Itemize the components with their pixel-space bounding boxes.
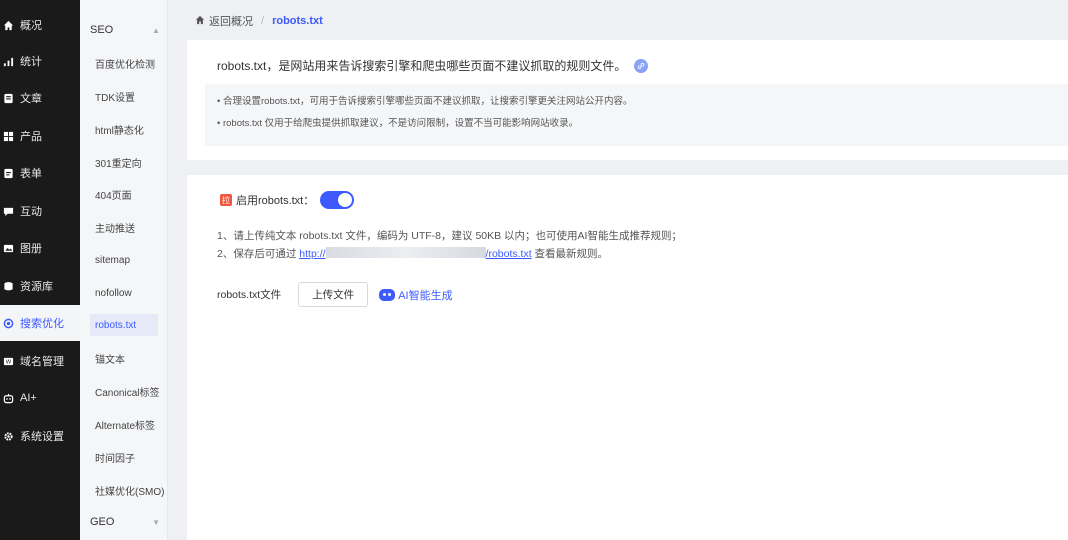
submenu-item[interactable]: nofollow bbox=[90, 282, 160, 304]
submenu-group-label: SEO bbox=[90, 24, 114, 36]
url-start: http:// bbox=[299, 248, 326, 260]
nav-item-overview[interactable]: 概况 bbox=[0, 7, 80, 43]
chevron-up-icon: ▲ bbox=[152, 25, 160, 35]
seo-submenu: SEO ▲ 百度优化检测 TDK设置 html静态化 301重定向 404页面 … bbox=[80, 0, 168, 540]
nav-item-resources[interactable]: 资源库 bbox=[0, 268, 80, 304]
nav-label: 统计 bbox=[20, 56, 42, 68]
submenu-item[interactable]: sitemap bbox=[90, 249, 160, 271]
toggle-knob bbox=[338, 193, 353, 207]
link-icon[interactable] bbox=[634, 58, 649, 73]
main-sidebar: 概况 统计 文章 产品 表单 互动 图册 资源库 搜索优化 W 域名管理 AI+ bbox=[0, 0, 80, 540]
home-icon bbox=[195, 15, 205, 28]
tips-box: • 合理设置robots.txt，可用于告诉搜索引擎哪些页面不建议抓取，让搜索引… bbox=[205, 84, 1068, 146]
submenu-item[interactable]: TDK设置 bbox=[90, 85, 160, 107]
note-line-2: 2、保存后可通过 http:// /robots.txt 查看最新规则。 bbox=[217, 245, 682, 263]
nav-label: 资源库 bbox=[20, 281, 53, 293]
svg-text:W: W bbox=[5, 359, 11, 365]
plugin-badge-icon: 拉 bbox=[220, 194, 232, 206]
article-icon bbox=[2, 92, 14, 104]
note-prefix: 2、保存后可通过 bbox=[217, 248, 300, 260]
gear-icon bbox=[2, 430, 14, 442]
submenu-item[interactable]: 社媒优化(SMO) bbox=[90, 479, 164, 501]
breadcrumb: 返回概况 / robots.txt bbox=[195, 13, 323, 29]
submenu-item[interactable]: 404页面 bbox=[90, 183, 160, 205]
submenu-group-geo[interactable]: GEO ▼ bbox=[90, 510, 160, 534]
nav-label: 文章 bbox=[20, 93, 42, 105]
ai-icon bbox=[2, 392, 14, 404]
nav-label: 表单 bbox=[20, 168, 42, 180]
nav-item-gallery[interactable]: 图册 bbox=[0, 230, 80, 266]
breadcrumb-current: robots.txt bbox=[272, 15, 323, 27]
settings-card: 拉 启用robots.txt： 1、请上传纯文本 robots.txt 文件，编… bbox=[187, 175, 1068, 540]
image-icon bbox=[2, 242, 14, 254]
submenu-item[interactable]: 锚文本 bbox=[90, 347, 160, 369]
nav-label: 概况 bbox=[20, 20, 42, 32]
submenu-item[interactable]: Alternate标签 bbox=[90, 413, 160, 435]
nav-item-ai[interactable]: AI+ bbox=[0, 380, 80, 416]
submenu-item[interactable]: html静态化 bbox=[90, 118, 160, 140]
nav-label: 系统设置 bbox=[20, 431, 64, 443]
intro-text-row: robots.txt，是网站用来告诉搜索引擎和爬虫哪些页面不建议抓取的规则文件。 bbox=[217, 57, 649, 74]
database-icon bbox=[2, 280, 14, 292]
stats-icon bbox=[2, 55, 14, 67]
url-end: /robots.txt bbox=[485, 248, 532, 260]
chat-icon bbox=[2, 205, 14, 217]
note-suffix: 查看最新规则。 bbox=[531, 248, 609, 260]
file-row: robots.txt文件 上传文件 AI智能生成 bbox=[217, 282, 453, 307]
submenu-item[interactable]: 时间因子 bbox=[90, 446, 160, 468]
nav-item-seo[interactable]: 搜索优化 bbox=[0, 305, 80, 341]
tip-item: • robots.txt 仅用于给爬虫提供抓取建议，不是访问限制，设置不当可能影… bbox=[217, 118, 579, 129]
nav-label: 图册 bbox=[20, 243, 42, 255]
tip-item: • 合理设置robots.txt，可用于告诉搜索引擎哪些页面不建议抓取，让搜索引… bbox=[217, 96, 633, 107]
file-label: robots.txt文件 bbox=[217, 289, 282, 301]
seo-icon bbox=[2, 317, 14, 329]
upload-file-button[interactable]: 上传文件 bbox=[298, 282, 369, 307]
enable-robots-toggle[interactable] bbox=[320, 191, 355, 209]
submenu-group-seo[interactable]: SEO ▲ bbox=[90, 18, 160, 42]
domain-icon: W bbox=[2, 355, 14, 367]
nav-label: 域名管理 bbox=[20, 356, 64, 368]
robots-url-link[interactable]: http:// /robots.txt bbox=[299, 247, 532, 260]
nav-item-product[interactable]: 产品 bbox=[0, 118, 80, 154]
home-icon bbox=[2, 19, 14, 31]
note-line-1: 1、请上传纯文本 robots.txt 文件，编码为 UTF-8，建议 50KB… bbox=[217, 230, 682, 242]
nav-label: 搜索优化 bbox=[20, 318, 64, 330]
nav-item-domain[interactable]: W 域名管理 bbox=[0, 343, 80, 379]
enable-label: 启用robots.txt： bbox=[236, 195, 315, 207]
nav-item-form[interactable]: 表单 bbox=[0, 155, 80, 191]
intro-card: robots.txt，是网站用来告诉搜索引擎和爬虫哪些页面不建议抓取的规则文件。… bbox=[187, 40, 1068, 160]
ai-generate-button[interactable]: AI智能生成 bbox=[379, 287, 453, 303]
enable-row: 拉 启用robots.txt： bbox=[220, 191, 355, 209]
submenu-item[interactable]: 主动推送 bbox=[90, 216, 160, 238]
breadcrumb-back-link[interactable]: 返回概况 bbox=[209, 13, 253, 29]
nav-label: 产品 bbox=[20, 131, 42, 143]
ai-generate-label: AI智能生成 bbox=[398, 289, 453, 302]
robot-icon bbox=[379, 288, 396, 301]
form-icon bbox=[2, 167, 14, 179]
product-icon bbox=[2, 130, 14, 142]
submenu-group-label: GEO bbox=[90, 516, 115, 528]
nav-item-article[interactable]: 文章 bbox=[0, 80, 80, 116]
submenu-item[interactable]: 百度优化检测 bbox=[90, 52, 160, 74]
breadcrumb-separator: / bbox=[261, 15, 265, 27]
nav-label: 互动 bbox=[20, 206, 42, 218]
usage-notes: 1、请上传纯文本 robots.txt 文件，编码为 UTF-8，建议 50KB… bbox=[217, 227, 682, 263]
nav-label: AI+ bbox=[20, 392, 37, 404]
submenu-item[interactable]: 301重定向 bbox=[90, 151, 160, 173]
redacted-domain bbox=[325, 247, 486, 258]
nav-item-stats[interactable]: 统计 bbox=[0, 43, 80, 79]
intro-text: robots.txt，是网站用来告诉搜索引擎和爬虫哪些页面不建议抓取的规则文件。 bbox=[217, 59, 627, 73]
nav-item-settings[interactable]: 系统设置 bbox=[0, 418, 80, 454]
submenu-item-robots[interactable]: robots.txt bbox=[90, 314, 158, 336]
submenu-item[interactable]: Canonical标签 bbox=[90, 380, 160, 402]
chevron-down-icon: ▼ bbox=[152, 517, 160, 527]
nav-item-interaction[interactable]: 互动 bbox=[0, 193, 80, 229]
